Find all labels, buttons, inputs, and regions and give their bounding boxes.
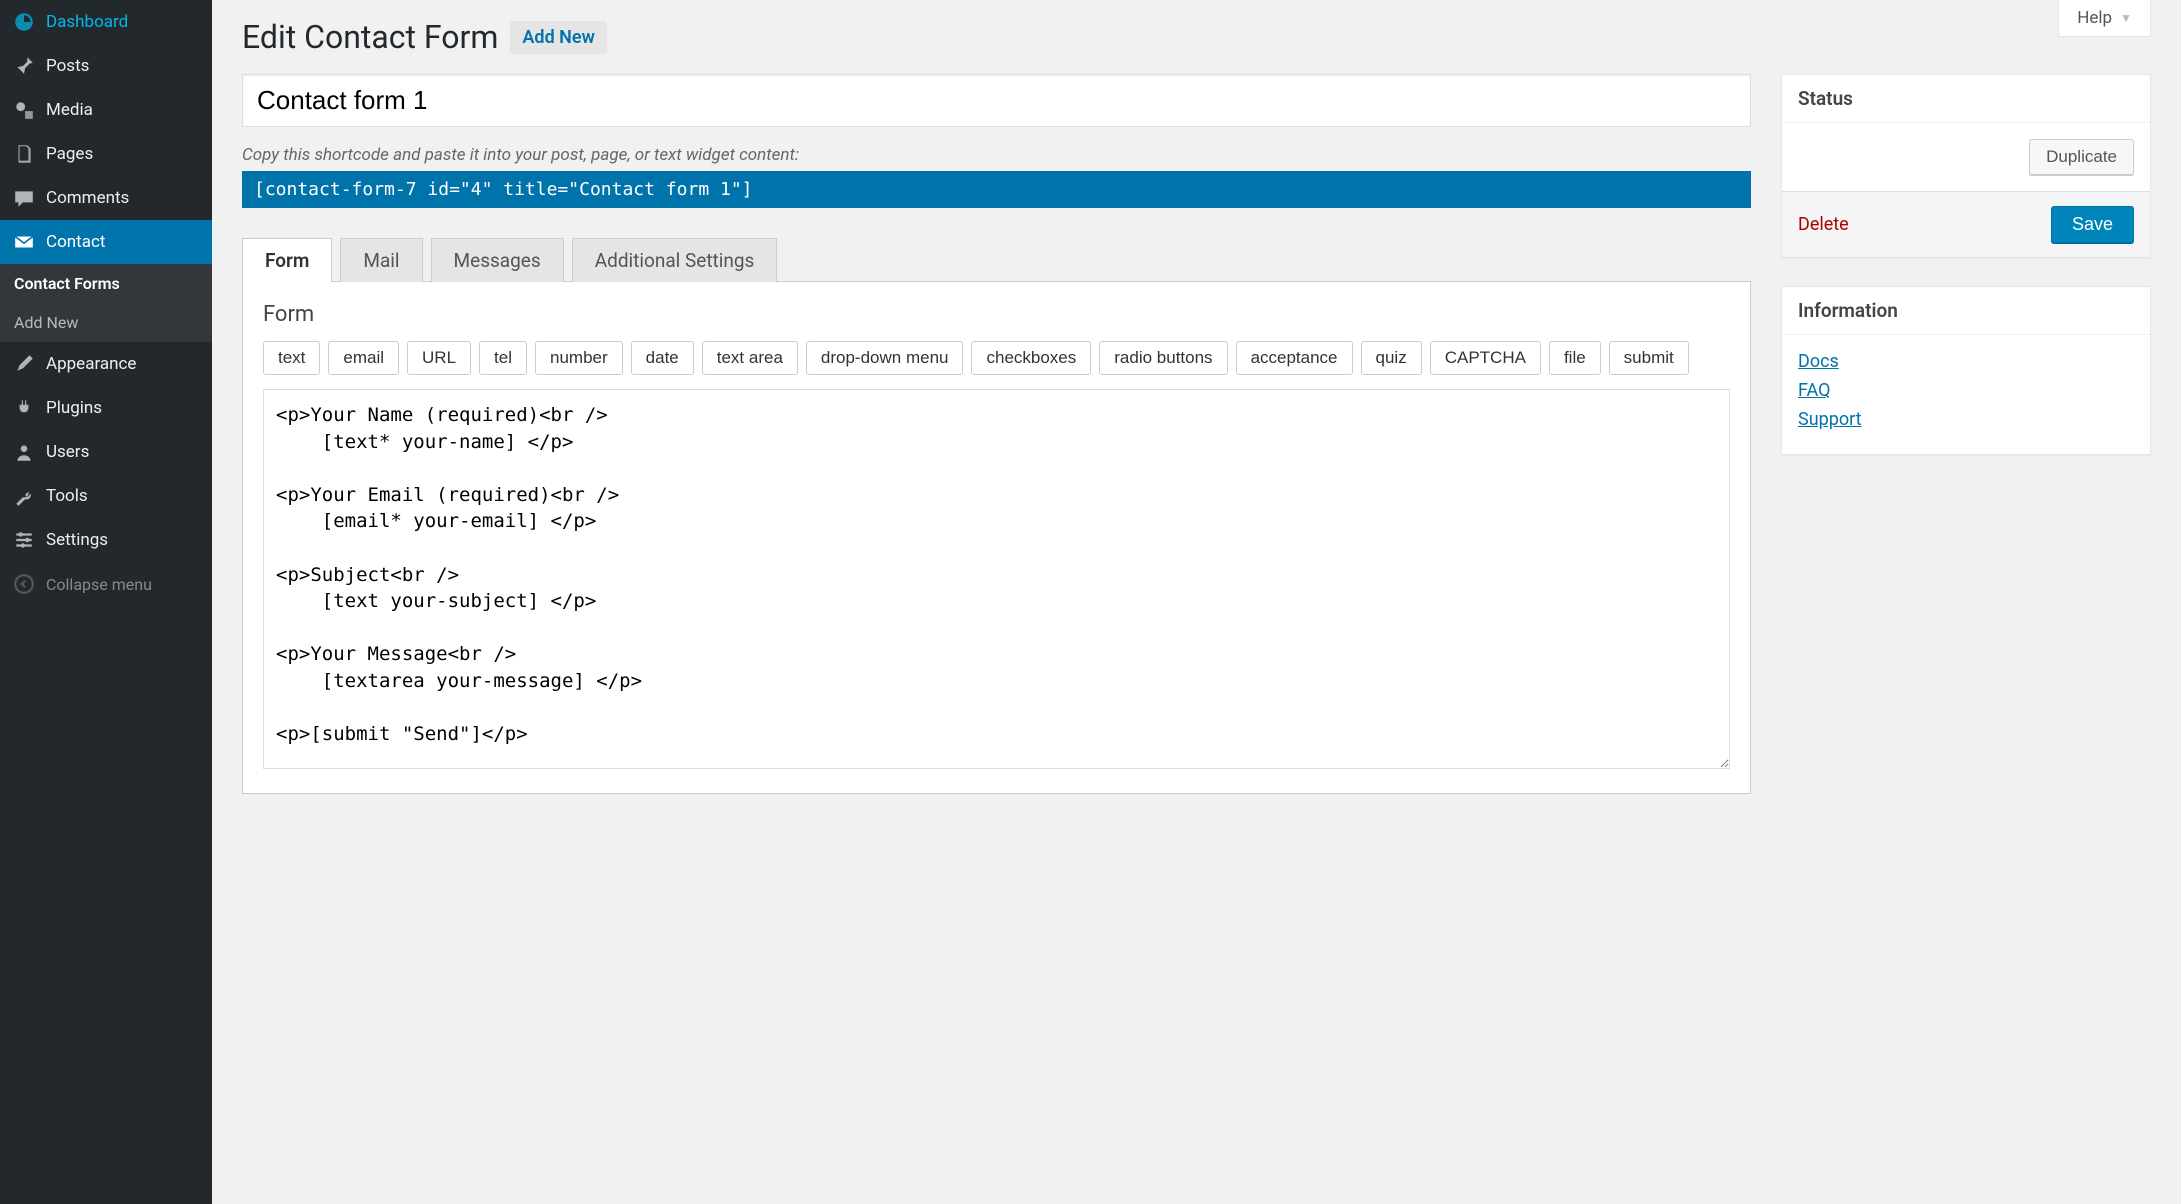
sidebar-item-pages[interactable]: Pages — [0, 132, 212, 176]
sidebar-item-label: Dashboard — [46, 12, 128, 32]
tag-button-quiz[interactable]: quiz — [1361, 341, 1422, 375]
mail-icon — [12, 230, 36, 254]
sidebar-item-users[interactable]: Users — [0, 430, 212, 474]
tag-button-text[interactable]: text — [263, 341, 320, 375]
status-heading: Status — [1782, 75, 2150, 123]
shortcode-hint: Copy this shortcode and paste it into yo… — [242, 145, 1751, 165]
form-panel: Form textemailURLtelnumberdatetext aread… — [242, 281, 1751, 794]
info-link-support[interactable]: Support — [1798, 409, 2134, 430]
sidebar-item-settings[interactable]: Settings — [0, 518, 212, 562]
shortcode-field[interactable]: [contact-form-7 id="4" title="Contact fo… — [242, 171, 1751, 208]
sidebar-item-label: Appearance — [46, 354, 136, 374]
tag-button-text-area[interactable]: text area — [702, 341, 798, 375]
status-box: Status Duplicate Delete Save — [1781, 74, 2151, 258]
page-icon — [12, 142, 36, 166]
tag-button-CAPTCHA[interactable]: CAPTCHA — [1430, 341, 1541, 375]
tag-button-acceptance[interactable]: acceptance — [1236, 341, 1353, 375]
main-content: Help ▼ Edit Contact Form Add New Copy th… — [212, 0, 2181, 1204]
tab-messages[interactable]: Messages — [431, 238, 564, 282]
sidebar-item-media[interactable]: Media — [0, 88, 212, 132]
sidebar-item-posts[interactable]: Posts — [0, 44, 212, 88]
panel-heading: Form — [263, 302, 1730, 327]
wrench-icon — [12, 484, 36, 508]
tag-button-date[interactable]: date — [631, 341, 694, 375]
pin-icon — [12, 54, 36, 78]
tag-button-email[interactable]: email — [328, 341, 399, 375]
tab-form[interactable]: Form — [242, 238, 332, 282]
sidebar-item-label: Plugins — [46, 398, 102, 418]
form-title-input[interactable] — [242, 74, 1751, 127]
tab-additional-settings[interactable]: Additional Settings — [572, 238, 778, 282]
help-label: Help — [2077, 8, 2112, 28]
sidebar-item-label: Posts — [46, 56, 89, 76]
admin-sidebar: Dashboard Posts Media Pages Comments Con… — [0, 0, 212, 1204]
collapse-label: Collapse menu — [46, 575, 152, 594]
sliders-icon — [12, 528, 36, 552]
sidebar-item-label: Settings — [46, 530, 108, 550]
sidebar-item-label: Users — [46, 442, 89, 462]
tag-button-checkboxes[interactable]: checkboxes — [971, 341, 1091, 375]
sidebar-item-plugins[interactable]: Plugins — [0, 386, 212, 430]
plug-icon — [12, 396, 36, 420]
sidebar-item-label: Tools — [46, 486, 88, 506]
page-header: Edit Contact Form Add New — [242, 0, 2151, 56]
comment-icon — [12, 186, 36, 210]
sidebar-item-label: Media — [46, 100, 93, 120]
media-icon — [12, 98, 36, 122]
sidebar-item-comments[interactable]: Comments — [0, 176, 212, 220]
delete-link[interactable]: Delete — [1798, 214, 1849, 235]
duplicate-button[interactable]: Duplicate — [2029, 139, 2134, 175]
sidebar-item-appearance[interactable]: Appearance — [0, 342, 212, 386]
user-icon — [12, 440, 36, 464]
information-heading: Information — [1782, 287, 2150, 335]
tag-buttons-row: textemailURLtelnumberdatetext areadrop-d… — [263, 341, 1730, 375]
submenu-add-new[interactable]: Add New — [0, 303, 212, 342]
info-link-docs[interactable]: Docs — [1798, 351, 2134, 372]
tag-button-radio-buttons[interactable]: radio buttons — [1099, 341, 1227, 375]
tab-mail[interactable]: Mail — [340, 238, 422, 282]
tag-button-submit[interactable]: submit — [1609, 341, 1689, 375]
tag-button-drop-down-menu[interactable]: drop-down menu — [806, 341, 964, 375]
collapse-icon — [12, 572, 36, 596]
sidebar-submenu: Contact Forms Add New — [0, 264, 212, 342]
editor-tabs: Form Mail Messages Additional Settings — [242, 238, 1751, 282]
sidebar-item-dashboard[interactable]: Dashboard — [0, 0, 212, 44]
sidebar-item-label: Comments — [46, 188, 129, 208]
sidebar-item-tools[interactable]: Tools — [0, 474, 212, 518]
tag-button-file[interactable]: file — [1549, 341, 1601, 375]
collapse-menu[interactable]: Collapse menu — [0, 562, 212, 606]
form-body-textarea[interactable] — [263, 389, 1730, 769]
tag-button-URL[interactable]: URL — [407, 341, 471, 375]
brush-icon — [12, 352, 36, 376]
info-link-faq[interactable]: FAQ — [1798, 380, 2134, 401]
add-new-button[interactable]: Add New — [510, 21, 606, 54]
tag-button-number[interactable]: number — [535, 341, 623, 375]
information-box: Information Docs FAQ Support — [1781, 286, 2151, 455]
sidebar-item-label: Pages — [46, 144, 93, 164]
chevron-down-icon: ▼ — [2120, 11, 2132, 25]
page-title: Edit Contact Form — [242, 18, 498, 56]
help-tab[interactable]: Help ▼ — [2058, 0, 2151, 37]
sidebar-item-contact[interactable]: Contact — [0, 220, 212, 264]
save-button[interactable]: Save — [2051, 206, 2134, 243]
dashboard-icon — [12, 10, 36, 34]
sidebar-item-label: Contact — [46, 232, 105, 252]
submenu-contact-forms[interactable]: Contact Forms — [0, 264, 212, 303]
tag-button-tel[interactable]: tel — [479, 341, 527, 375]
